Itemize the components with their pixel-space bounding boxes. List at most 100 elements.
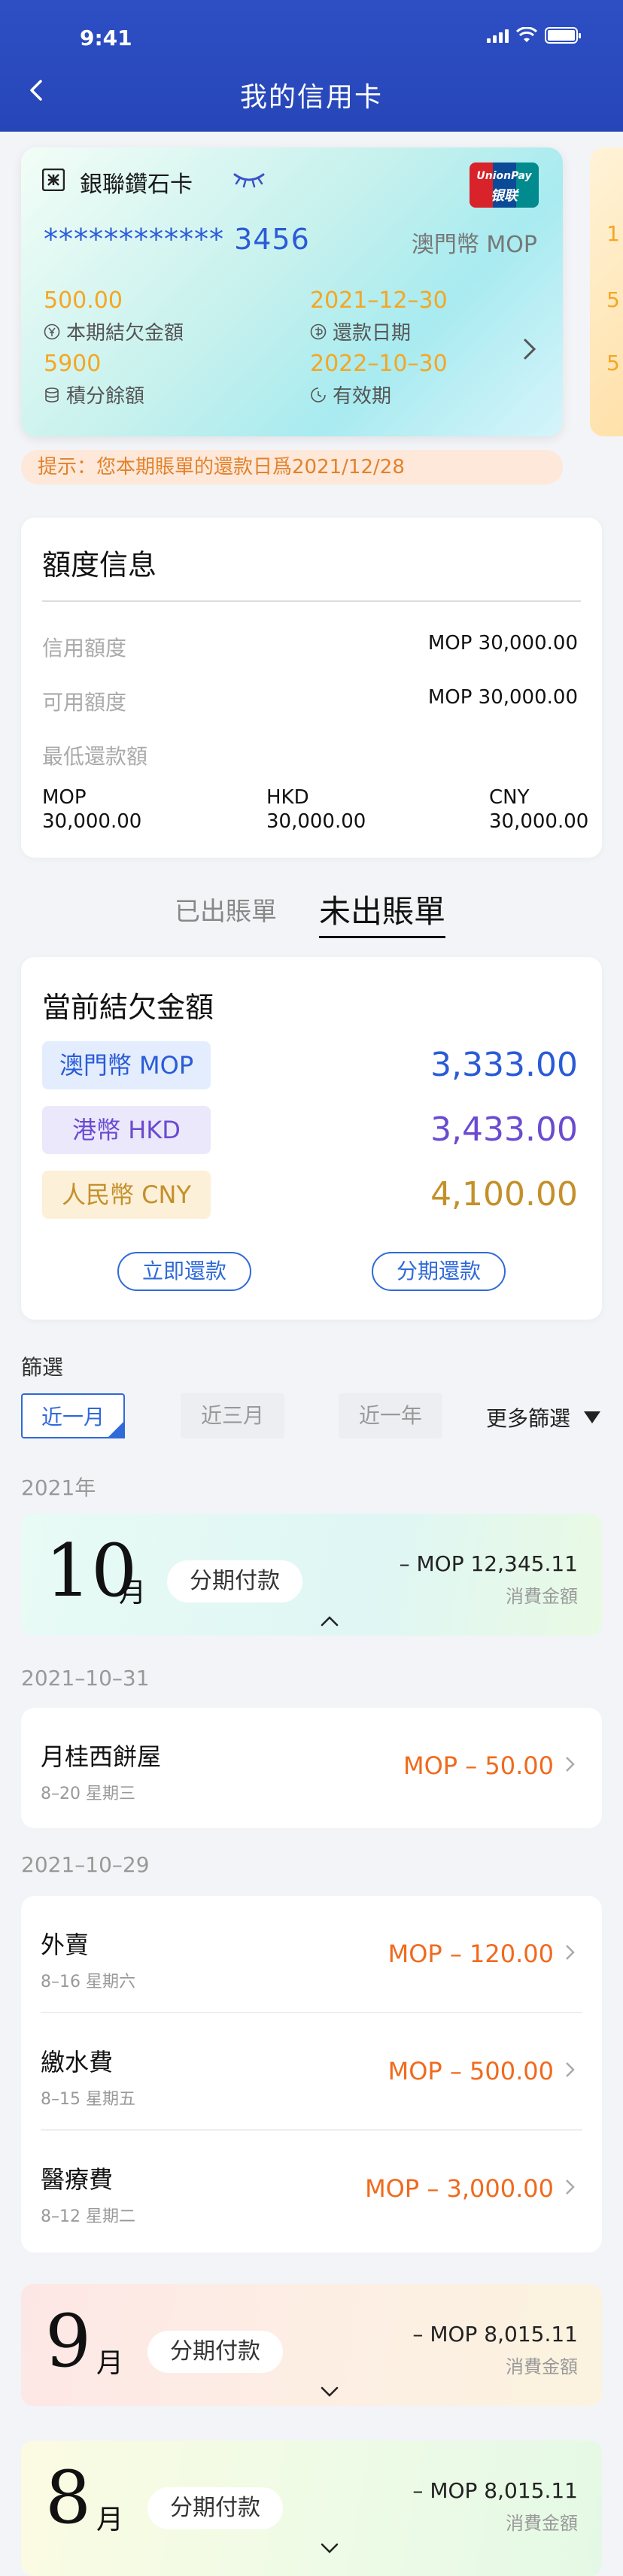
month-summary-10[interactable]: 10 月 分期付款 – MOP 12,345.11 消費金額: [21, 1514, 602, 1636]
bank-logo-icon: [42, 169, 65, 191]
transaction-amount: MOP – 50.00: [403, 1751, 554, 1780]
month-summary-8[interactable]: 8 月 分期付款 – MOP 8,015.11 消費金額: [21, 2441, 602, 2576]
month-summary-9[interactable]: 9 月 分期付款 – MOP 8,015.11 消費金額: [21, 2284, 602, 2406]
next-card-peek[interactable]: 1 5 5: [590, 147, 623, 436]
pay-now-button[interactable]: 立即還款: [117, 1252, 251, 1291]
filter-chip-1-year[interactable]: 近一年: [339, 1393, 442, 1438]
repayment-notice: 提示：您本期賬單的還款日爲2021/12/28: [21, 450, 563, 485]
year-heading: 2021年: [21, 1475, 96, 1500]
tab-billed[interactable]: 已出賬單: [175, 891, 277, 928]
currency-icon: [44, 324, 60, 339]
transaction-row[interactable]: 醫療費 8–12 星期二 MOP – 3,000.00: [21, 2131, 602, 2248]
due-date-value: 2021–12–30: [310, 287, 448, 314]
month-amount-label: 消費金額: [506, 2356, 578, 2377]
triangle-down-icon: [584, 1411, 601, 1423]
chevron-right-icon: [566, 2180, 575, 2195]
month-amount: – MOP 8,015.11: [412, 2478, 578, 2503]
month-amount-label: 消費金額: [506, 1586, 578, 1607]
card-currency: 澳門幣 MOP: [411, 232, 537, 258]
card-number: ************ 3456: [44, 223, 310, 256]
date-heading: 2021–10–29: [21, 1852, 150, 1877]
month-unit: 月: [119, 1578, 147, 1608]
transaction-group: 月桂西餅屋 8–20 星期三 MOP – 50.00: [21, 1708, 602, 1828]
filter-title: 篩選: [21, 1355, 64, 1380]
installment-tag[interactable]: 分期付款: [147, 2487, 283, 2529]
currency-label-cny: 人民幣 CNY: [42, 1171, 211, 1219]
min-payment-cny: CNY 30,000.00: [489, 786, 589, 833]
credit-info-panel: 額度信息 信用額度 MOP 30,000.00 可用額度 MOP 30,000.…: [21, 518, 602, 858]
credit-card[interactable]: 銀聯鑽石卡 UnionPay 银联 ************ 3456 澳門幣 …: [21, 147, 563, 436]
status-time: 9:41: [80, 26, 132, 50]
currency-label-mop: 澳門幣 MOP: [42, 1041, 211, 1089]
filter-chip-1-month[interactable]: 近一月: [21, 1393, 125, 1438]
merchant-name: 月桂西餅屋: [41, 1742, 162, 1771]
coins-icon: [45, 387, 59, 402]
wifi-icon: [516, 27, 537, 42]
credit-info-title: 額度信息: [42, 548, 157, 582]
transaction-amount: MOP – 500.00: [387, 2057, 554, 2085]
installment-repay-button[interactable]: 分期還款: [372, 1252, 506, 1291]
transaction-date: 8–15 星期五: [41, 2090, 135, 2109]
filter-chip-3-months[interactable]: 近三月: [181, 1393, 284, 1438]
divider: [42, 600, 581, 602]
repay-icon: [310, 324, 327, 339]
month-unit: 月: [96, 2505, 124, 2535]
chevron-up-icon[interactable]: [319, 1615, 340, 1628]
balance-label: 本期結欠金額: [44, 317, 184, 345]
transaction-amount: MOP – 120.00: [387, 1940, 554, 1968]
more-filter-button[interactable]: 更多篩選: [486, 1402, 601, 1432]
unionpay-logo: UnionPay 银联: [470, 163, 539, 208]
battery-icon: [545, 27, 581, 44]
month-number: 9: [45, 2299, 92, 2383]
date-heading: 2021–10–31: [21, 1666, 150, 1690]
transaction-group: 外賣 8–16 星期六 MOP – 120.00 繳水費 8–15 星期五 MO…: [21, 1896, 602, 2252]
transaction-date: 8–16 星期六: [41, 1973, 135, 1991]
app-header: 9:41 我的信用卡: [0, 0, 623, 132]
chevron-right-icon: [566, 1757, 575, 1772]
credit-limit-label: 信用額度: [42, 636, 127, 661]
chevron-down-icon[interactable]: [319, 2541, 340, 2555]
chevron-down-icon[interactable]: [319, 2385, 340, 2398]
merchant-name: 醫療費: [41, 2165, 114, 2194]
amount-mop: 3,333.00: [430, 1046, 578, 1084]
transaction-date: 8–20 星期三: [41, 1785, 135, 1803]
balance-value: 500.00: [44, 287, 123, 314]
available-limit-label: 可用額度: [42, 690, 127, 715]
due-date-label: 還款日期: [310, 317, 411, 345]
page-title: 我的信用卡: [239, 82, 383, 113]
transaction-row[interactable]: 外賣 8–16 星期六 MOP – 120.00: [21, 1896, 602, 2013]
chevron-right-icon: [566, 2062, 575, 2077]
month-amount-label: 消費金額: [506, 2513, 578, 2534]
bill-tabs: 已出賬單 未出賬單: [0, 886, 623, 938]
status-icons: [487, 27, 581, 44]
transaction-row[interactable]: 月桂西餅屋 8–20 星期三 MOP – 50.00: [21, 1708, 602, 1825]
merchant-name: 繳水費: [41, 2048, 114, 2076]
month-amount: – MOP 12,345.11: [399, 1551, 578, 1576]
credit-limit-value: MOP 30,000.00: [427, 632, 578, 655]
min-payment-hkd: HKD 30,000.00: [266, 786, 366, 833]
points-value: 5900: [44, 351, 102, 377]
installment-tag[interactable]: 分期付款: [147, 2331, 283, 2373]
expiry-value: 2022–10–30: [310, 351, 448, 377]
installment-tag[interactable]: 分期付款: [167, 1560, 302, 1602]
transaction-date: 8–12 星期二: [41, 2207, 135, 2226]
month-unit: 月: [96, 2348, 124, 2379]
current-balance-panel: 當前結欠金額 澳門幣 MOP 3,333.00 港幣 HKD 3,433.00 …: [21, 957, 602, 1320]
current-balance-title: 當前結欠金額: [42, 991, 214, 1024]
tab-unbilled[interactable]: 未出賬單: [319, 886, 446, 938]
chevron-right-icon: [566, 1945, 575, 1960]
month-number: 8: [45, 2456, 92, 2540]
min-payment-mop: MOP 30,000.00: [42, 786, 142, 833]
card-name: 銀聯鑽石卡: [80, 172, 193, 198]
amount-cny: 4,100.00: [430, 1175, 578, 1214]
merchant-name: 外賣: [41, 1930, 90, 1959]
transaction-amount: MOP – 3,000.00: [365, 2174, 554, 2203]
month-amount: – MOP 8,015.11: [412, 2322, 578, 2347]
transaction-row[interactable]: 繳水費 8–15 星期五 MOP – 500.00: [21, 2013, 602, 2131]
signal-icon: [487, 28, 509, 43]
currency-label-hkd: 港幣 HKD: [42, 1106, 211, 1154]
available-limit-value: MOP 30,000.00: [427, 686, 578, 709]
chevron-right-icon[interactable]: [518, 336, 540, 363]
hide-eye-icon[interactable]: [232, 170, 266, 188]
min-payment-label: 最低還款額: [42, 744, 148, 769]
